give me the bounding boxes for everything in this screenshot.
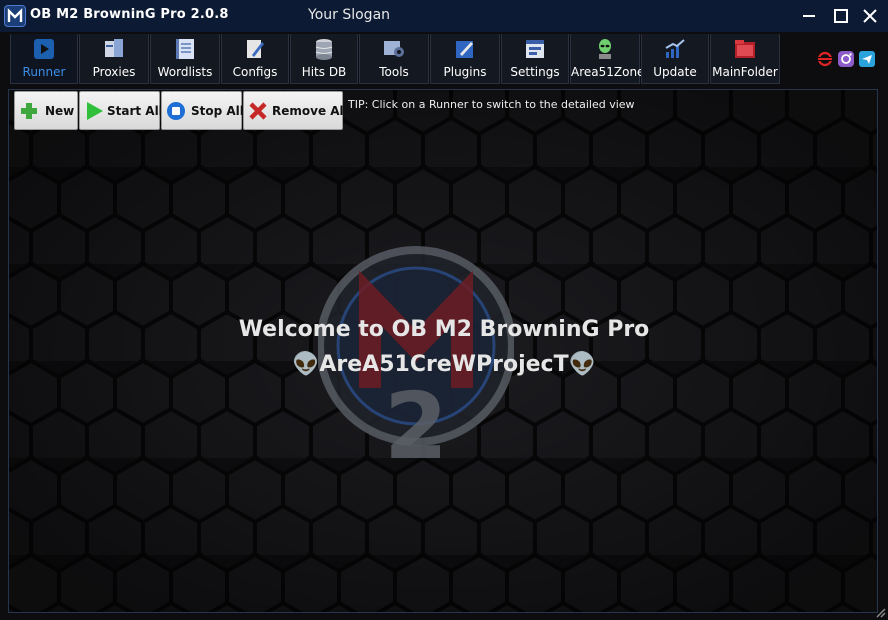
play-icon (87, 102, 103, 120)
tab-runner[interactable]: Runner (10, 34, 78, 84)
tab-label: Area51Zone (571, 65, 645, 79)
start-all-label: Start All (107, 104, 163, 118)
stop-all-label: Stop All (191, 104, 244, 118)
tab-label: Configs (232, 65, 278, 79)
tab-settings[interactable]: Settings (501, 34, 569, 84)
tools-icon (384, 41, 404, 57)
welcome-heading: Welcome to OB M2 BrowninG Pro (238, 317, 650, 342)
social-icons (816, 50, 880, 68)
runner-tip: TIP: Click on a Runner to switch to the … (348, 98, 635, 111)
tab-hits-db[interactable]: Hits DB (290, 34, 358, 84)
tab-label: Update (653, 65, 697, 79)
title-bar: OB M2 BrowninG Pro 2.0.8 Your Slogan (0, 0, 888, 32)
tab-plugins[interactable]: Plugins (430, 34, 500, 84)
tab-update[interactable]: Update (641, 34, 709, 84)
app-title: OB M2 BrowninG Pro 2.0.8 (30, 7, 229, 22)
minimize-button[interactable] (796, 4, 822, 28)
settings-window-icon (526, 40, 544, 58)
tab-label: Hits DB (301, 65, 347, 79)
start-all-button[interactable]: Start All (79, 91, 163, 130)
close-icon (863, 9, 877, 23)
tab-mainfolder[interactable]: MainFolder (710, 34, 780, 84)
welcome-subheading: 👽AreA51CreWProjecT👽 (291, 352, 596, 377)
database-icon (315, 39, 333, 60)
sync-icon[interactable] (816, 50, 834, 68)
app-slogan: Your Slogan (308, 7, 391, 23)
tab-label: Tools (379, 65, 409, 79)
svg-text:2: 2 (384, 373, 448, 480)
main-tab-bar: Runner Proxies Wordlists Configs Hits DB… (10, 34, 780, 86)
stop-icon (167, 102, 185, 120)
resize-grip-icon[interactable] (874, 606, 886, 618)
remove-all-button[interactable]: Remove All (243, 91, 348, 130)
alien-icon (599, 39, 611, 59)
new-button[interactable]: New (14, 91, 78, 130)
folder-icon (735, 40, 755, 58)
maximize-button[interactable] (828, 4, 854, 28)
tab-configs[interactable]: Configs (221, 34, 289, 84)
tab-wordlists[interactable]: Wordlists (150, 34, 220, 84)
maximize-icon (834, 9, 848, 23)
chart-up-icon (665, 39, 685, 58)
remove-all-label: Remove All (272, 104, 348, 118)
minimize-icon (803, 15, 815, 17)
tab-label: Runner (22, 65, 66, 79)
servers-icon (105, 39, 123, 57)
new-label: New (45, 104, 75, 118)
tab-area51zone[interactable]: Area51Zone (570, 34, 645, 84)
tab-label: Wordlists (157, 65, 213, 79)
plus-icon (21, 103, 37, 119)
telegram-icon[interactable] (858, 50, 876, 68)
remove-x-icon (249, 102, 267, 120)
tab-proxies[interactable]: Proxies (79, 34, 149, 84)
close-button[interactable] (857, 4, 883, 28)
instagram-icon[interactable] (837, 50, 855, 68)
tab-label: Proxies (92, 65, 136, 79)
tab-tools[interactable]: Tools (359, 34, 429, 84)
tab-label: MainFolder (712, 65, 778, 79)
app-logo-icon (4, 5, 26, 27)
tab-label: Plugins (443, 65, 487, 79)
stop-all-button[interactable]: Stop All (161, 91, 244, 130)
play-icon (34, 39, 54, 59)
pencil-doc-icon (247, 40, 264, 58)
tab-label: Settings (510, 65, 560, 79)
plugin-edit-icon (456, 41, 473, 58)
book-icon (176, 39, 194, 59)
